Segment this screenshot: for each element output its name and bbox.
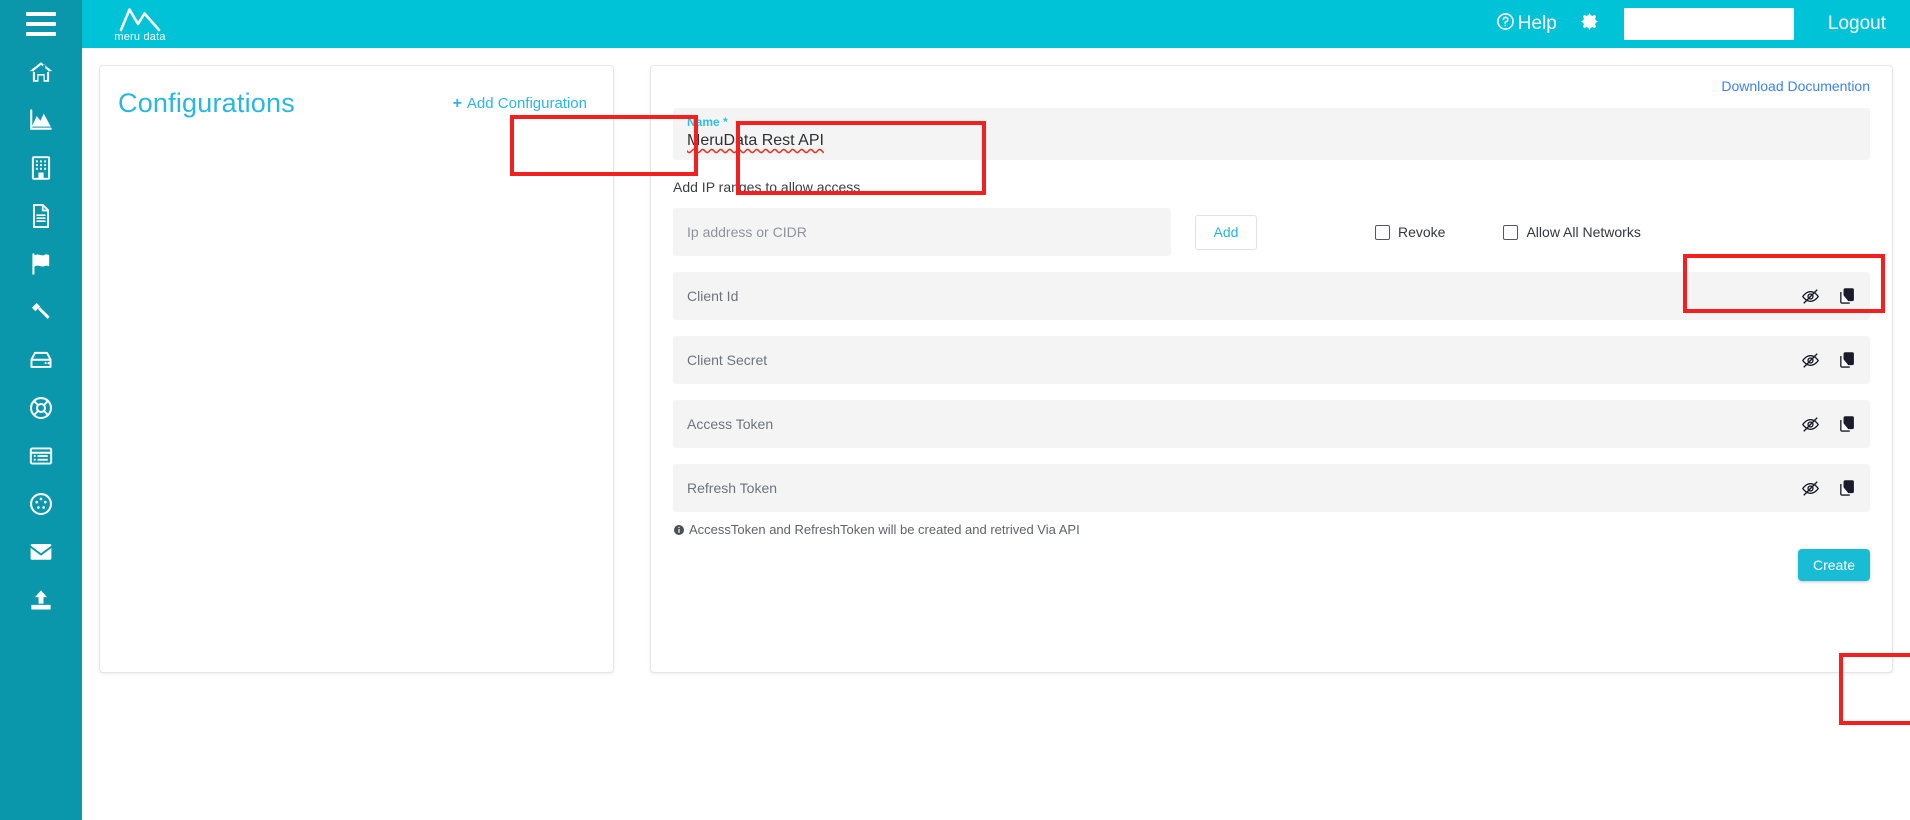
page-title: Configurations (118, 88, 295, 118)
documentation-row: Download Documention (673, 78, 1870, 104)
top-header: meru data Help Logout (82, 0, 1910, 48)
token-note: AccessToken and RefreshToken will be cre… (673, 522, 1870, 537)
sidebar-item-connections[interactable] (0, 480, 82, 528)
allow-all-networks-checkbox-label: Allow All Networks (1526, 224, 1641, 240)
brand-name: meru data (114, 30, 166, 43)
eye-slash-icon[interactable] (1801, 415, 1820, 434)
ip-address-input[interactable] (673, 208, 1171, 256)
flag-icon (28, 251, 54, 277)
server-icon (28, 348, 54, 372)
area-chart-icon (28, 107, 54, 133)
table-row[interactable]: Access Token (673, 400, 1870, 448)
copy-icon[interactable] (1838, 479, 1856, 497)
sidebar-item-upload[interactable] (0, 576, 82, 624)
revoke-checkbox-label: Revoke (1398, 224, 1446, 240)
hamburger-icon (26, 12, 56, 36)
sidebar-item-support[interactable] (0, 384, 82, 432)
sidebar-item-flags[interactable] (0, 240, 82, 288)
sidebar-item-policies[interactable] (0, 288, 82, 336)
access-checkbox-group: Revoke Allow All Networks (1375, 224, 1641, 240)
client-secret-label: Client Secret (687, 352, 768, 368)
configurations-header: Configurations + Add Configuration (100, 66, 613, 119)
life-ring-icon (28, 395, 54, 421)
brand-logo[interactable]: meru data (96, 0, 184, 48)
envelope-icon (28, 541, 54, 563)
configuration-detail-panel: Download Documention Name * MeruData Res… (650, 65, 1893, 673)
add-configuration-label: Add Configuration (466, 95, 587, 112)
sidebar-item-analytics[interactable] (0, 96, 82, 144)
refresh-token-label: Refresh Token (687, 480, 778, 496)
gear-icon (1579, 11, 1600, 37)
allow-all-networks-checkbox-box[interactable] (1503, 224, 1519, 240)
ip-section-label: Add IP ranges to allow access (673, 179, 861, 195)
header-search-input[interactable] (1623, 8, 1794, 40)
settings-button[interactable] (1579, 11, 1600, 37)
sidebar (0, 0, 82, 820)
table-row[interactable]: Refresh Token (673, 464, 1870, 512)
question-circle-icon (1496, 12, 1515, 37)
gavel-icon (28, 299, 54, 325)
help-button[interactable]: Help (1496, 12, 1557, 37)
access-token-label: Access Token (687, 416, 774, 432)
eye-slash-icon[interactable] (1801, 479, 1820, 498)
building-icon (29, 155, 53, 181)
row-actions (1801, 415, 1856, 434)
name-field[interactable]: Name * MeruData Rest API (673, 108, 1870, 160)
page-content: Configurations + Add Configuration Downl… (82, 48, 1910, 820)
configurations-panel: Configurations + Add Configuration (99, 65, 614, 673)
table-row[interactable]: Client Id (673, 272, 1870, 320)
create-button[interactable]: Create (1798, 549, 1870, 581)
client-id-label: Client Id (687, 288, 739, 304)
token-note-text: AccessToken and RefreshToken will be cre… (689, 522, 1080, 537)
sidebar-item-home[interactable] (0, 48, 82, 96)
add-configuration-button[interactable]: + Add Configuration (453, 95, 587, 112)
eye-slash-icon[interactable] (1801, 351, 1820, 370)
name-value[interactable]: MeruData Rest API (687, 132, 1856, 150)
list-view-icon (28, 444, 54, 468)
copy-icon[interactable] (1838, 287, 1856, 305)
row-actions (1801, 479, 1856, 498)
download-documentation-link[interactable]: Download Documention (1721, 78, 1870, 104)
add-ip-button[interactable]: Add (1195, 214, 1257, 250)
allow-all-networks-checkbox[interactable]: Allow All Networks (1503, 224, 1641, 240)
sidebar-item-catalog[interactable] (0, 432, 82, 480)
copy-icon[interactable] (1838, 415, 1856, 433)
menu-toggle[interactable] (0, 0, 82, 48)
row-actions (1801, 287, 1856, 306)
revoke-checkbox[interactable]: Revoke (1375, 224, 1445, 240)
upload-icon (28, 588, 54, 612)
row-actions (1801, 351, 1856, 370)
meru-mountain-logo (118, 6, 162, 31)
sidebar-item-documents[interactable] (0, 192, 82, 240)
logout-button[interactable]: Logout (1828, 13, 1886, 35)
header-actions: Help Logout (1496, 0, 1910, 48)
home-icon (28, 59, 54, 85)
app-root: meru data Help Logout Configurations + A… (0, 0, 1910, 820)
revoke-checkbox-box[interactable] (1375, 224, 1390, 240)
sidebar-item-organization[interactable] (0, 144, 82, 192)
plus-icon: + (452, 94, 462, 112)
table-row[interactable]: Client Secret (673, 336, 1870, 384)
info-circle-icon (673, 524, 685, 536)
disc-icon (28, 491, 54, 517)
form-actions: Create (673, 549, 1870, 581)
copy-icon[interactable] (1838, 351, 1856, 369)
ip-range-row: Add Revoke Allow All Networks (673, 208, 1870, 256)
name-label: Name * (687, 115, 728, 129)
eye-slash-icon[interactable] (1801, 287, 1820, 306)
sidebar-item-datastore[interactable] (0, 336, 82, 384)
help-label: Help (1517, 13, 1557, 34)
document-icon (29, 203, 53, 229)
sidebar-item-messages[interactable] (0, 528, 82, 576)
